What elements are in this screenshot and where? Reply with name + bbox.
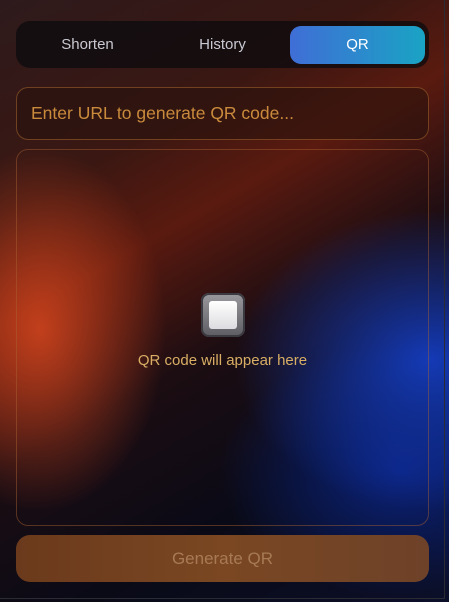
tab-history[interactable]: History [155,26,290,64]
app-window: Shorten History QR QR code will appear h… [0,0,445,599]
qr-preview-area: QR code will appear here [16,149,429,526]
qr-placeholder-square-icon [200,292,245,337]
tab-shorten[interactable]: Shorten [20,26,155,64]
qr-placeholder-text: QR code will appear here [137,351,308,369]
tab-qr[interactable]: QR [290,25,425,64]
generate-qr-button[interactable]: Generate QR [16,535,429,582]
qr-placeholder-square-inner [208,300,237,329]
tab-bar: Shorten History QR [16,21,429,68]
url-input[interactable] [16,87,429,140]
